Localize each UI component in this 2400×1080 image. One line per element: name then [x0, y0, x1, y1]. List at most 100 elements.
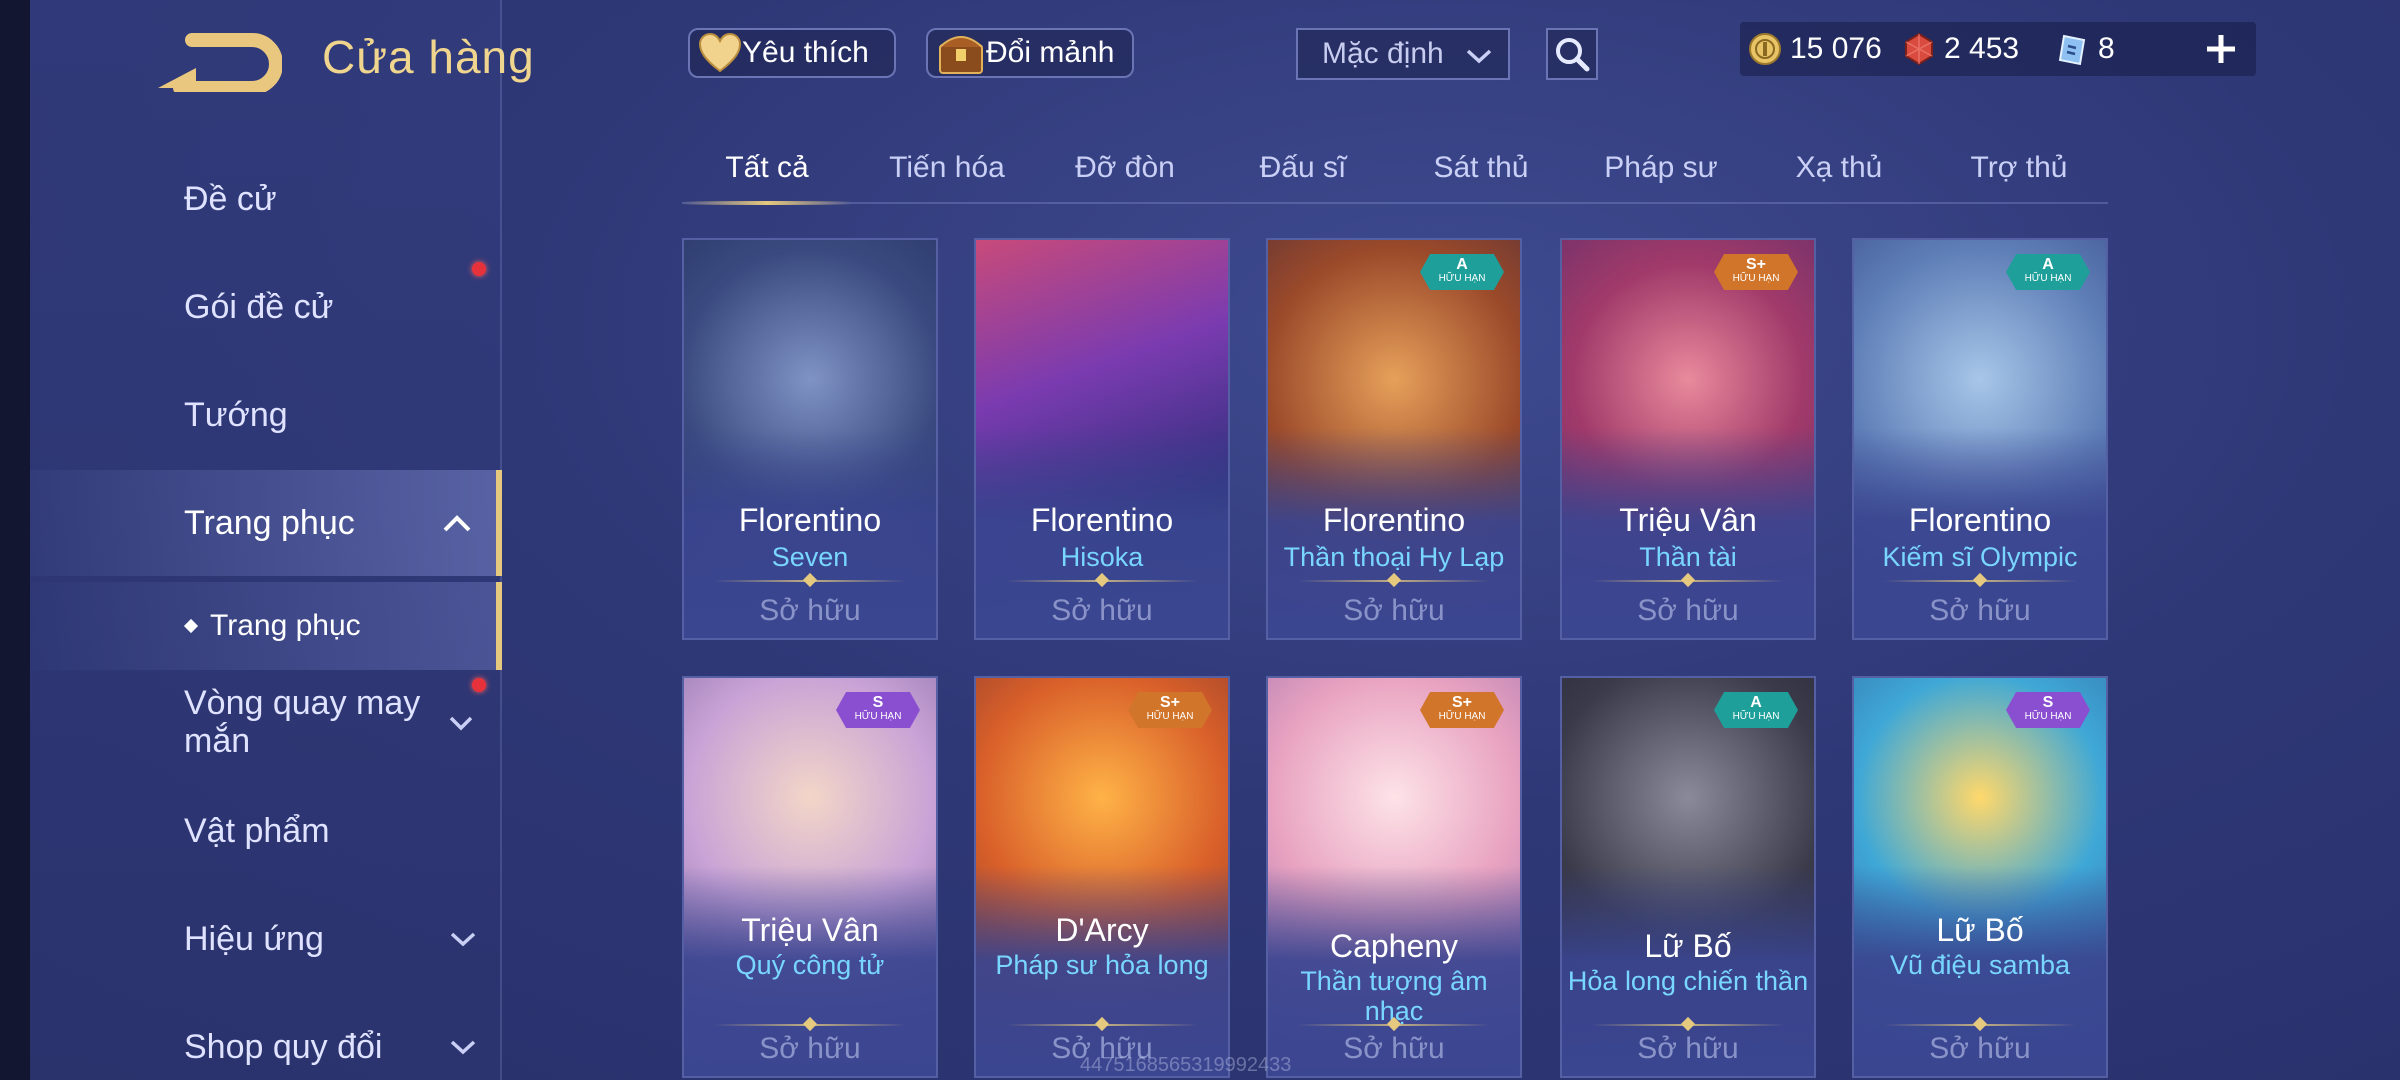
skin-card[interactable]: A HỮU HẠN Florentino Thần thoại Hy Lạp S… — [1266, 238, 1522, 640]
tab-support[interactable]: Trợ thủ — [1934, 134, 2104, 202]
skin-card[interactable]: S+ HỮU HẠN Triệu Vân Thần tài Sở hữu — [1560, 238, 1816, 640]
owned-status: Sở hữu — [1343, 594, 1445, 627]
divider — [1298, 1024, 1490, 1026]
tier-badge: A HỮU HẠN — [1420, 254, 1504, 290]
tab-marksman[interactable]: Xạ thủ — [1754, 134, 1924, 202]
sidebar-item-lucky-spin[interactable]: Vòng quay may mắn — [30, 672, 470, 772]
favorites-label: Yêu thích — [742, 36, 869, 69]
tier-badge: S HỮU HẠN — [2006, 692, 2090, 728]
skin-card[interactable]: S HỮU HẠN Triệu Vân Quý công tử Sở hữu — [682, 676, 938, 1078]
divider — [714, 1024, 906, 1026]
sidebar-subitem-skins[interactable]: Trang phục — [30, 582, 502, 670]
skin-name: Quý công tử — [735, 950, 885, 980]
sidebar-item-heroes[interactable]: Tướng — [30, 366, 502, 464]
chevron-up-icon — [443, 515, 471, 532]
back-arrow-icon — [158, 33, 283, 95]
hero-name: Triệu Vân — [1619, 502, 1757, 538]
chevron-down-icon — [1466, 49, 1492, 64]
divider — [1884, 580, 2076, 582]
treasure-chest-icon — [939, 36, 983, 74]
sidebar-item-label: Shop quy đổi — [184, 1027, 383, 1066]
sidebar-item-label: Vòng quay may mắn — [184, 684, 421, 760]
sort-dropdown[interactable]: Mặc định — [1296, 28, 1510, 80]
gold-amount: 15 076 — [1790, 32, 1882, 65]
plus-icon — [2207, 35, 2235, 63]
page-title: Cửa hàng — [322, 31, 535, 83]
owned-status: Sở hữu — [759, 594, 861, 627]
skin-name: Kiếm sĩ Olympic — [1882, 542, 2078, 572]
hero-name: Florentino — [1908, 502, 2052, 538]
search-button[interactable] — [1546, 28, 1598, 80]
tab-fighter[interactable]: Đấu sĩ — [1218, 134, 1388, 202]
sidebar-item-effects[interactable]: Hiệu ứng — [30, 890, 502, 988]
tab-all[interactable]: Tất cả — [682, 134, 852, 205]
skin-name: Hisoka — [1060, 542, 1144, 572]
divider — [1884, 1024, 2076, 1026]
gold-balance: 15 076 — [1748, 22, 1882, 76]
skin-card[interactable]: S+ HỮU HẠN D'Arcy Pháp sư hỏa long Sở hữ… — [974, 676, 1230, 1078]
divider — [1006, 580, 1198, 582]
favorites-button[interactable]: Yêu thích — [688, 28, 896, 78]
skin-card[interactable]: A HỮU HẠN Lữ Bố Hỏa long chiến thần Sở h… — [1560, 676, 1816, 1078]
owned-status: Sở hữu — [1929, 594, 2031, 627]
tier-badge: A HỮU HẠN — [2006, 254, 2090, 290]
ticket-balance: 8 — [2056, 22, 2115, 76]
hero-name: Capheny — [1329, 928, 1459, 964]
hero-name: Lữ Bố — [1936, 912, 2024, 948]
skin-card[interactable]: S+ HỮU HẠN Capheny Thần tượng âm nhạc Sở… — [1266, 676, 1522, 1078]
owned-status: Sở hữu — [1343, 1032, 1445, 1065]
search-icon — [1556, 38, 1590, 72]
tier-badge: S+ HỮU HẠN — [1128, 692, 1212, 728]
sidebar-item-label: Vật phẩm — [184, 811, 330, 850]
sidebar-item-recommended[interactable]: Đề cử — [30, 150, 502, 248]
bullet-icon — [183, 618, 199, 634]
voucher-balance: 2 453 — [1902, 22, 2019, 76]
ticket-icon — [2058, 34, 2086, 66]
tier-badge: A HỮU HẠN — [1714, 692, 1798, 728]
hero-name: Florentino — [738, 502, 882, 538]
owned-status: Sở hữu — [1051, 594, 1153, 627]
skin-name: Hỏa long chiến thần — [1567, 966, 1809, 996]
sidebar-item-label: Tướng — [184, 395, 288, 434]
exchange-fragments-label: Đổi mảnh — [986, 36, 1115, 69]
sidebar-item-label: Đề cử — [184, 179, 277, 218]
sidebar-item-exchange-shop[interactable]: Shop quy đổi — [30, 998, 502, 1080]
chevron-down-icon[interactable] — [448, 714, 474, 732]
chevron-down-icon — [450, 932, 476, 947]
exchange-fragments-button[interactable]: Đổi mảnh — [926, 28, 1134, 78]
category-tabs: Tất cả Tiến hóa Đỡ đòn Đấu sĩ Sát thủ Ph… — [682, 134, 2108, 205]
notification-dot — [472, 678, 486, 692]
hero-name: D'Arcy — [1055, 912, 1149, 948]
chevron-down-icon — [450, 1040, 476, 1055]
divider — [714, 580, 906, 582]
sidebar-item-recommended-packs[interactable]: Gói đề cử — [30, 258, 502, 356]
add-currency-button[interactable] — [2196, 24, 2246, 74]
divider — [1592, 1024, 1784, 1026]
skin-name: Thần tài — [1639, 542, 1737, 572]
skin-name: Vũ điệu samba — [1889, 950, 2071, 980]
sidebar-item-items[interactable]: Vật phẩm — [30, 782, 502, 880]
back-button[interactable] — [152, 30, 283, 95]
skin-card[interactable]: Florentino Hisoka Sở hữu — [974, 238, 1230, 640]
divider — [1006, 1024, 1198, 1026]
voucher-amount: 2 453 — [1944, 32, 2020, 65]
tab-evolution[interactable]: Tiến hóa — [862, 134, 1032, 202]
sidebar-item-skins[interactable]: Trang phục — [30, 470, 502, 576]
tab-tank[interactable]: Đỡ đòn — [1040, 134, 1210, 202]
skin-card[interactable]: S HỮU HẠN Lữ Bố Vũ điệu samba Sở hữu — [1852, 676, 2108, 1078]
owned-status: Sở hữu — [1929, 1032, 2031, 1065]
skin-name: Thần thoại Hy Lạp — [1283, 542, 1505, 572]
skin-card[interactable]: Florentino Seven Sở hữu — [682, 238, 938, 640]
hero-name: Florentino — [1030, 502, 1174, 538]
tab-assassin[interactable]: Sát thủ — [1396, 134, 1566, 202]
sidebar-item-label: Hiệu ứng — [184, 919, 324, 958]
sidebar-item-label: Gói đề cử — [184, 287, 334, 326]
skin-name: Pháp sư hỏa long — [995, 950, 1209, 980]
divider — [1298, 580, 1490, 582]
tier-badge: S+ HỮU HẠN — [1714, 254, 1798, 290]
skin-card[interactable]: A HỮU HẠN Florentino Kiếm sĩ Olympic Sở … — [1852, 238, 2108, 640]
divider — [1592, 580, 1784, 582]
sidebar-item-label: Trang phục — [184, 503, 355, 542]
tier-badge: S+ HỮU HẠN — [1420, 692, 1504, 728]
tab-mage[interactable]: Pháp sư — [1576, 134, 1746, 202]
